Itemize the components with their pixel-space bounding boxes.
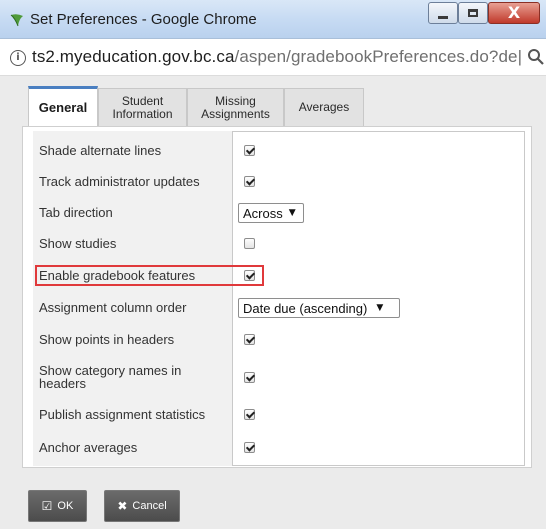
highlight-box (35, 265, 264, 286)
url-path: /aspen/gradebookPreferences.do?de| (234, 47, 523, 66)
tab-averages-label: Averages (298, 100, 350, 114)
tab-missing-assignments-label: Missing Assignments (201, 93, 270, 121)
app-icon (10, 14, 23, 27)
zoom-icon[interactable] (527, 48, 545, 66)
track-administrator-updates-label: Track administrator updates (39, 174, 200, 189)
tab-general[interactable]: General (28, 86, 98, 126)
window-title: Set Preferences - Google Chrome (30, 11, 257, 28)
assignment-column-order-select[interactable]: Date due (ascending) ▼ (238, 298, 400, 318)
url-host: ts2.myeducation.gov.bc.ca (32, 47, 235, 66)
tab-averages[interactable]: Averages (284, 88, 364, 126)
show-category-names-checkbox[interactable] (244, 372, 255, 383)
assignment-column-order-value: Date due (ascending) (243, 300, 368, 316)
show-studies-label: Show studies (39, 236, 117, 251)
check-square-icon: ☑ (41, 499, 53, 513)
shade-alternate-lines-checkbox[interactable] (244, 145, 255, 156)
cancel-button-label: Cancel (132, 500, 167, 512)
tab-general-label: General (38, 100, 88, 115)
tab-missing-assignments[interactable]: Missing Assignments (187, 88, 284, 126)
close-button[interactable]: X (488, 2, 540, 24)
dropdown-arrow-icon: ▼ (376, 303, 384, 313)
shade-alternate-lines-label: Shade alternate lines (39, 143, 162, 158)
show-category-names-label: Show category names in headers (39, 363, 182, 391)
minimize-button[interactable] (428, 2, 458, 24)
tab-student-information[interactable]: Student Information (98, 88, 187, 126)
show-points-in-headers-checkbox[interactable] (244, 334, 255, 345)
show-studies-checkbox[interactable] (244, 238, 255, 249)
url-text[interactable]: ts2.myeducation.gov.bc.ca/aspen/gradeboo… (32, 47, 522, 67)
cancel-x-icon: ✖ (117, 499, 128, 513)
info-icon[interactable]: i (10, 50, 26, 66)
tab-direction-label: Tab direction (39, 205, 113, 220)
publish-assignment-statistics-label: Publish assignment statistics (39, 407, 206, 422)
close-icon: X (507, 3, 521, 22)
tab-student-information-label: Student Information (112, 93, 173, 121)
maximize-button[interactable] (458, 2, 488, 24)
cancel-button[interactable]: ✖ Cancel (104, 490, 180, 522)
assignment-column-order-label: Assignment column order (39, 300, 187, 315)
maximize-icon (468, 9, 478, 17)
publish-assignment-statistics-checkbox[interactable] (244, 409, 255, 420)
anchor-averages-label: Anchor averages (39, 440, 138, 455)
ok-button-label: OK (57, 500, 74, 512)
tab-direction-value: Across (243, 205, 283, 221)
ok-button[interactable]: ☑ OK (28, 490, 87, 522)
anchor-averages-checkbox[interactable] (244, 442, 255, 453)
show-points-in-headers-label: Show points in headers (39, 332, 175, 347)
dropdown-arrow-icon: ▼ (288, 208, 296, 218)
tab-direction-select[interactable]: Across ▼ (238, 203, 304, 223)
track-administrator-updates-checkbox[interactable] (244, 176, 255, 187)
window-title-bar: Set Preferences - Google Chrome X (0, 0, 546, 39)
minimize-icon (438, 15, 448, 19)
